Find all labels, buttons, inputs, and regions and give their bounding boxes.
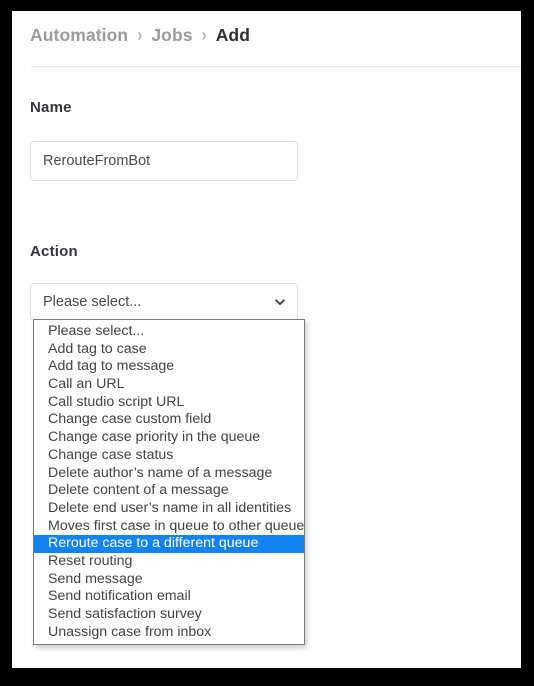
- action-option[interactable]: Moves first case in queue to other queue: [34, 518, 304, 536]
- action-dropdown-list[interactable]: Please select... Add tag to case Add tag t…: [33, 319, 305, 646]
- action-option[interactable]: Unassign case from inbox: [34, 624, 304, 642]
- action-option[interactable]: Send satisfaction survey: [34, 606, 304, 624]
- action-option[interactable]: Reset routing: [34, 553, 304, 571]
- page-surface: Automation › Jobs › Add Name Action Plea…: [12, 11, 521, 668]
- name-field-label: Name: [30, 99, 72, 116]
- action-option[interactable]: Change case priority in the queue: [34, 429, 304, 447]
- breadcrumb: Automation › Jobs › Add: [30, 25, 250, 46]
- action-select[interactable]: Please select...: [30, 283, 298, 321]
- breadcrumb-item-jobs[interactable]: Jobs: [151, 25, 192, 46]
- action-option[interactable]: Change case status: [34, 447, 304, 465]
- action-option[interactable]: Delete author’s name of a message: [34, 465, 304, 483]
- action-option[interactable]: Call an URL: [34, 376, 304, 394]
- action-option[interactable]: Reroute case to a different queue: [34, 535, 304, 553]
- action-select-value: Please select...: [43, 294, 142, 310]
- header-divider: [30, 66, 521, 67]
- action-option[interactable]: Call studio script URL: [34, 394, 304, 412]
- breadcrumb-item-automation[interactable]: Automation: [30, 25, 128, 46]
- screenshot-root: Automation › Jobs › Add Name Action Plea…: [0, 0, 534, 686]
- name-input[interactable]: [30, 141, 298, 181]
- action-option[interactable]: Delete end user’s name in all identities: [34, 500, 304, 518]
- action-option[interactable]: Add tag to message: [34, 358, 304, 376]
- action-option[interactable]: Add tag to case: [34, 341, 304, 359]
- breadcrumb-item-add: Add: [215, 25, 251, 45]
- action-option[interactable]: Delete content of a message: [34, 482, 304, 500]
- breadcrumb-separator-icon: ›: [201, 24, 207, 47]
- action-field-label: Action: [30, 243, 78, 260]
- chevron-down-icon[interactable]: [273, 295, 287, 309]
- action-option[interactable]: Please select...: [34, 323, 304, 341]
- action-option[interactable]: Change case custom field: [34, 411, 304, 429]
- action-option[interactable]: Send message: [34, 571, 304, 589]
- breadcrumb-separator-icon: ›: [137, 24, 143, 47]
- action-option[interactable]: Send notification email: [34, 588, 304, 606]
